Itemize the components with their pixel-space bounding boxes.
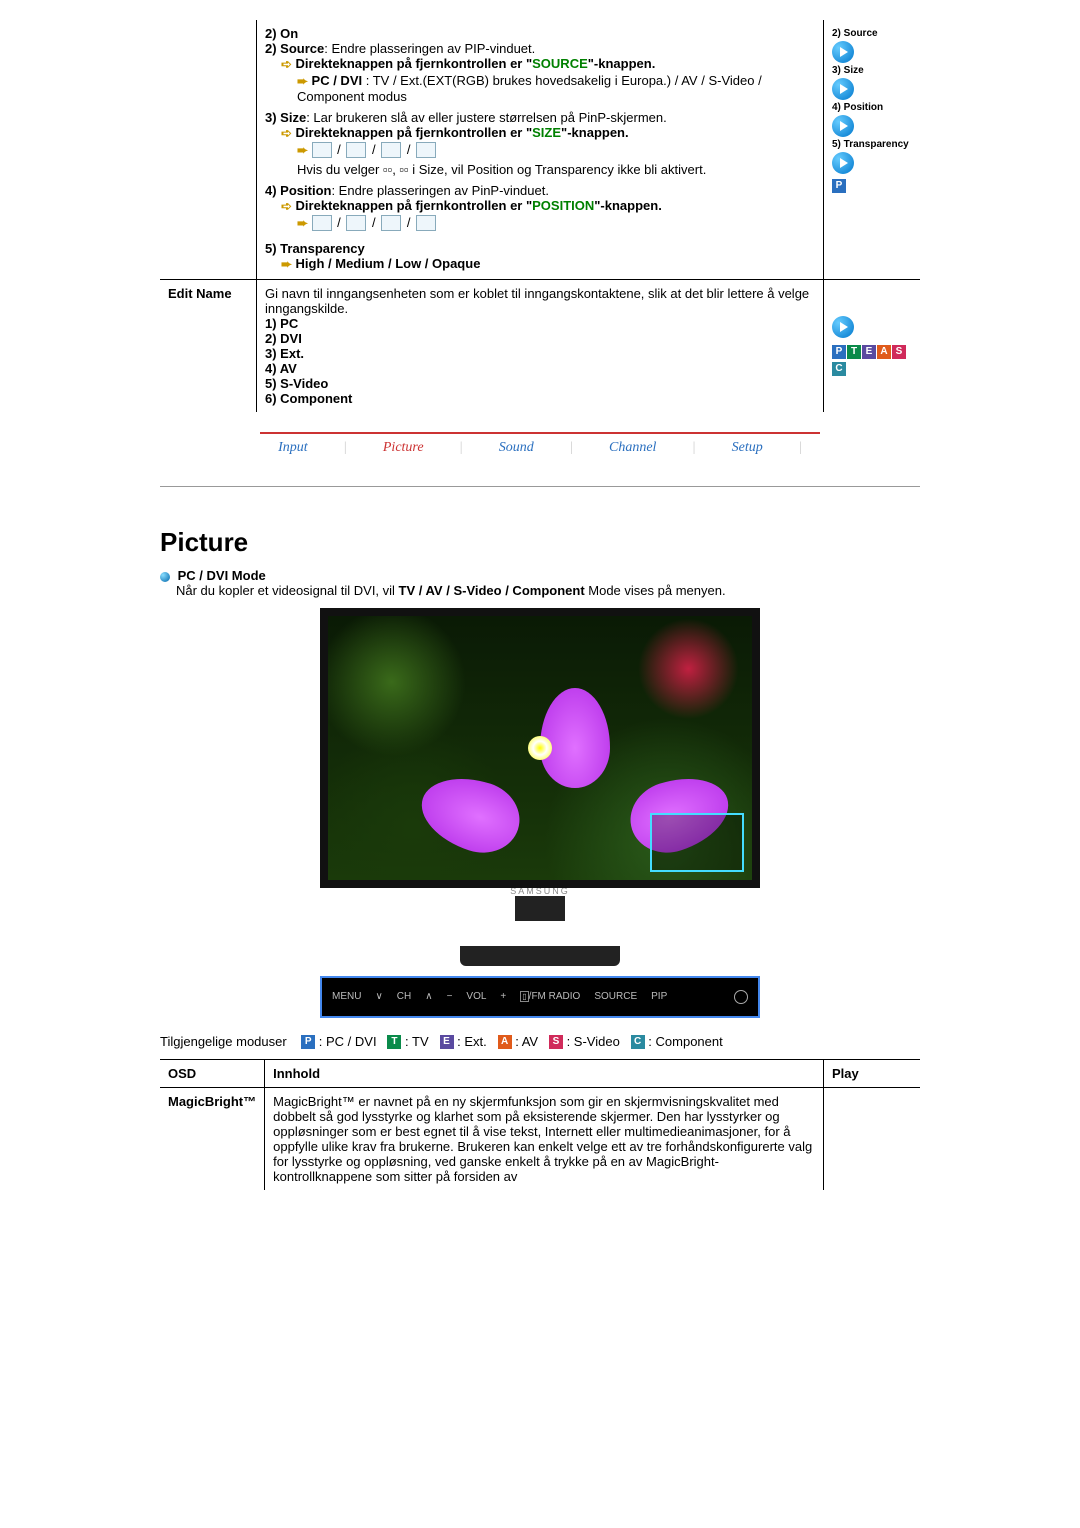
- mode-p-icon: P: [832, 345, 846, 359]
- transparency-item: 5) Transparency: [265, 241, 815, 256]
- arrow-icon: ➪: [281, 126, 292, 141]
- position-option-icon: [381, 215, 401, 231]
- size-remote: ➪ Direkteknappen på fjernkontrollen er "…: [265, 125, 815, 142]
- arrow-sub-icon: ➨: [297, 215, 308, 230]
- edit-opt: 5) S-Video: [265, 376, 815, 391]
- size-option-icon: [381, 142, 401, 158]
- position-options: ➨ / / /: [265, 215, 815, 232]
- monitor-illustration: SAMSUNG MENU ∨ CH ∧ − VOL + ▯/FM RADIO S…: [320, 608, 760, 1018]
- tab-sound[interactable]: Sound: [499, 440, 534, 456]
- arrow-sub-icon: ➨: [297, 142, 308, 157]
- size-note: Hvis du velger ▫▫, ▫▫ i Size, vil Positi…: [265, 162, 815, 177]
- size-option-icon: [346, 142, 366, 158]
- play-button[interactable]: [832, 115, 854, 137]
- mode-t-icon: T: [847, 345, 861, 359]
- ch-down-icon[interactable]: ∨: [375, 991, 382, 1002]
- edit-opt: 6) Component: [265, 391, 815, 406]
- vol-up-icon[interactable]: +: [500, 991, 506, 1002]
- play-button[interactable]: [832, 41, 854, 63]
- mode-s-icon: S: [549, 1035, 563, 1049]
- pip-overlay: [650, 813, 744, 872]
- arrow-icon: ➪: [281, 199, 292, 214]
- mode-c-icon: C: [832, 362, 846, 376]
- modes-legend: Tilgjengelige moduser P : PC / DVI T : T…: [160, 1033, 920, 1049]
- vol-label: VOL: [466, 991, 486, 1002]
- vol-down-icon[interactable]: −: [447, 991, 453, 1002]
- empty-cell: [160, 20, 257, 279]
- edit-opt: 2) DVI: [265, 331, 815, 346]
- mode-a-icon: A: [877, 345, 891, 359]
- picture-table: OSD Innhold Play MagicBright™ MagicBrigh…: [160, 1059, 920, 1190]
- arrow-sub-icon: ➨: [297, 73, 308, 88]
- edit-opt: 1) PC: [265, 316, 815, 331]
- th-osd: OSD: [160, 1060, 265, 1088]
- ch-up-icon[interactable]: ∧: [425, 991, 432, 1002]
- arrow-sub-icon: ➨: [281, 257, 292, 272]
- source-button[interactable]: SOURCE: [594, 991, 637, 1002]
- monitor-screen: [320, 608, 760, 888]
- size-options: ➨ / / /: [265, 142, 815, 159]
- section-nav: Input| Picture| Sound| Channel| Setup|: [260, 432, 820, 456]
- mode-t-icon: T: [387, 1035, 401, 1049]
- mode-p-icon: P: [832, 179, 846, 193]
- picture-heading: Picture: [160, 527, 920, 558]
- source-modes: ➨ PC / DVI PC / DVI : TV / Ext.(EXT(RGB)…: [265, 73, 815, 105]
- edit-name-label: Edit Name: [160, 279, 257, 412]
- play-column: 2) Source 3) Size 4) Position 5) Transpa…: [824, 20, 921, 279]
- radio-button[interactable]: ▯/FM RADIO: [520, 991, 580, 1002]
- edit-opt: 4) AV: [265, 361, 815, 376]
- arrow-icon: ➪: [281, 57, 292, 72]
- source-remote: ➪ Direkteknappen på fjernkontrollen er "…: [265, 56, 815, 73]
- tab-picture[interactable]: Picture: [383, 440, 424, 456]
- mode-p-icon: P: [301, 1035, 315, 1049]
- magicbright-text: MagicBright™ er navnet på en ny skjermfu…: [265, 1088, 824, 1191]
- bullet-icon: [160, 572, 170, 582]
- mode-e-icon: E: [440, 1035, 454, 1049]
- mode-row: PC / DVI Mode: [160, 568, 920, 583]
- source-item: 2) Source: Endre plasseringen av PIP-vin…: [265, 41, 815, 56]
- size-option-icon: [416, 142, 436, 158]
- transparency-options: ➨ High / Medium / Low / Opaque: [265, 256, 815, 273]
- size-item: 3) Size: Lar brukeren slå av eller juste…: [265, 110, 815, 125]
- size-option-icon: [312, 142, 332, 158]
- play-column: PTEAS C: [824, 279, 921, 412]
- th-innhold: Innhold: [265, 1060, 824, 1088]
- position-option-icon: [346, 215, 366, 231]
- pip-button[interactable]: PIP: [651, 991, 667, 1002]
- edit-opt: 3) Ext.: [265, 346, 815, 361]
- ch-label: CH: [397, 991, 411, 1002]
- position-option-icon: [416, 215, 436, 231]
- power-icon[interactable]: [734, 990, 748, 1004]
- play-button[interactable]: [832, 316, 854, 338]
- mode-e-icon: E: [862, 345, 876, 359]
- position-item: 4) Position: Endre plasseringen av PinP-…: [265, 183, 815, 198]
- tab-setup[interactable]: Setup: [732, 440, 763, 456]
- edit-name-content: Gi navn til inngangsenheten som er koble…: [257, 279, 824, 412]
- mode-s-icon: S: [892, 345, 906, 359]
- th-play: Play: [824, 1060, 921, 1088]
- play-button[interactable]: [832, 78, 854, 100]
- tab-channel[interactable]: Channel: [609, 440, 656, 456]
- mode-text: Når du kopler et videosignal til DVI, vi…: [176, 583, 920, 598]
- position-remote: ➪ Direkteknappen på fjernkontrollen er "…: [265, 198, 815, 215]
- position-option-icon: [312, 215, 332, 231]
- magicbright-play: [824, 1088, 921, 1191]
- menu-button[interactable]: MENU: [332, 991, 361, 1002]
- tab-input[interactable]: Input: [278, 440, 308, 456]
- mode-heading: PC / DVI Mode: [178, 568, 266, 583]
- pip-content: 2) On 2) Source: Endre plasseringen av P…: [257, 20, 824, 279]
- control-bar: MENU ∨ CH ∧ − VOL + ▯/FM RADIO SOURCE PI…: [320, 976, 760, 1018]
- mode-c-icon: C: [631, 1035, 645, 1049]
- pip-settings-table: 2) On 2) Source: Endre plasseringen av P…: [160, 20, 920, 412]
- magicbright-label: MagicBright™: [160, 1088, 265, 1191]
- divider: [160, 486, 920, 487]
- on-item: 2) On: [265, 26, 815, 41]
- mode-a-icon: A: [498, 1035, 512, 1049]
- play-button[interactable]: [832, 152, 854, 174]
